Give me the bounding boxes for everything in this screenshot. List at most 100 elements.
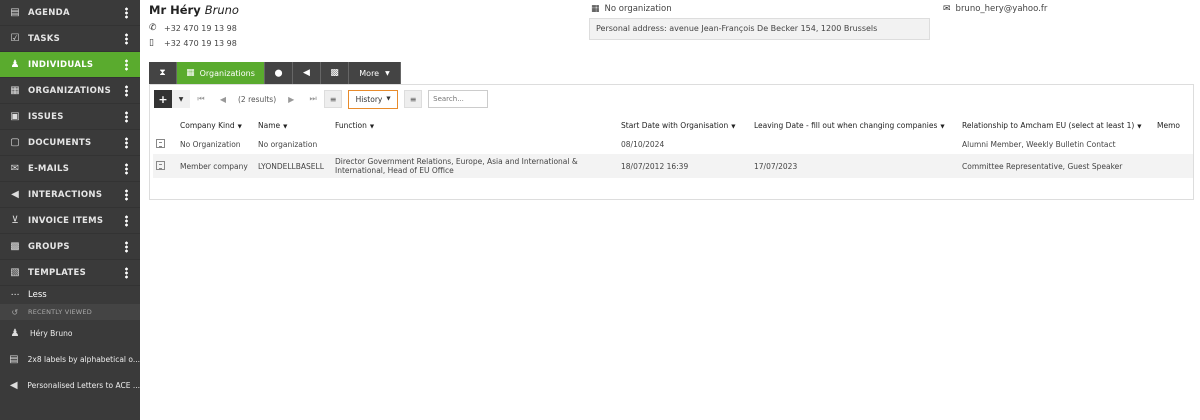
cell-function: Director Government Relations, Europe, A… <box>332 154 618 178</box>
sidebar-item-individuals[interactable]: ♟ INDIVIDUALS <box>0 52 140 78</box>
recently-viewed-header: ↺ RECENTLY VIEWED <box>0 304 140 320</box>
megaphone-icon: ◀ <box>303 68 310 78</box>
building-icon: ▦ <box>591 4 600 14</box>
tab-interactions[interactable]: ◀ <box>293 62 321 84</box>
column-memo[interactable]: Memo <box>1154 115 1193 135</box>
cell-leaving-date <box>751 135 959 154</box>
kebab-menu-icon[interactable] <box>125 59 128 71</box>
filter-button[interactable]: ≡ <box>404 90 423 108</box>
tab-more-label: More <box>359 68 380 78</box>
kebab-menu-icon[interactable] <box>125 33 128 45</box>
history-label: History <box>355 94 383 104</box>
sidebar-item-interactions[interactable]: ◀ INTERACTIONS <box>0 182 140 208</box>
sidebar-item-issues[interactable]: ▣ ISSUES <box>0 104 140 130</box>
mobile-number[interactable]: +32 470 19 13 98 <box>164 39 237 48</box>
cell-relationship: Alumni Member, Weekly Bulletin Contact <box>962 140 1116 149</box>
address-box: Personal address: avenue Jean-François D… <box>589 18 930 40</box>
sidebar-item-documents[interactable]: ▢ DOCUMENTS <box>0 130 140 156</box>
sidebar-item-e-mails[interactable]: ✉ E-MAILS <box>0 156 140 182</box>
add-button[interactable]: + <box>154 90 172 108</box>
cart-icon: ⊻ <box>11 215 19 226</box>
tab-more[interactable]: More ▼ <box>349 62 401 84</box>
organization-line: ▦ No organization <box>591 4 672 14</box>
kebab-menu-icon[interactable] <box>125 137 128 149</box>
table-row[interactable]: Member company LYONDELLBASELL Director G… <box>153 154 1193 178</box>
first-page-icon: ⏮ <box>197 94 205 103</box>
cell-start-date: 18/07/2012 16:39 <box>618 154 751 178</box>
sidebar-item-label: TASKS <box>28 33 61 44</box>
last-page-button[interactable]: ⏭ <box>302 90 324 108</box>
recent-item[interactable]: ▤ 2x8 labels by alphabetical o... <box>0 346 140 372</box>
chevron-down-icon: ▼ <box>369 123 375 130</box>
first-page-button[interactable]: ⏮ <box>190 90 212 108</box>
history-select[interactable]: History ▼ <box>348 89 399 109</box>
kebab-menu-icon[interactable] <box>125 215 128 227</box>
last-page-icon: ⏭ <box>309 94 317 103</box>
mobile-icon: ▯ <box>149 38 154 48</box>
kebab-menu-icon[interactable] <box>125 111 128 123</box>
template-icon: ▧ <box>10 267 20 278</box>
column-leaving-date[interactable]: Leaving Date - fill out when changing co… <box>751 115 959 135</box>
envelope-icon: ✉ <box>10 163 20 174</box>
previous-page-button[interactable]: ◀ <box>212 90 234 108</box>
column-company-kind[interactable]: Company Kind ▼ <box>177 115 255 135</box>
email-address[interactable]: bruno_hery@yahoo.fr <box>956 4 1048 14</box>
sidebar-item-organizations[interactable]: ▦ ORGANIZATIONS <box>0 78 140 104</box>
recent-item[interactable]: ◀ Personalised Letters to ACE ... <box>0 372 140 398</box>
row-details-icon[interactable] <box>156 139 165 148</box>
cell-leaving-date: 17/07/2023 <box>751 154 959 178</box>
kebab-menu-icon[interactable] <box>125 85 128 97</box>
less-toggle[interactable]: ⋯ Less <box>0 286 140 304</box>
chevron-down-icon: ▼ <box>385 69 390 77</box>
column-start-date[interactable]: Start Date with Organisation ▼ <box>618 115 751 135</box>
hourglass-icon: ⧗ <box>159 68 166 78</box>
tab-history[interactable]: ⧗ <box>149 62 177 84</box>
cell-start-date: 08/10/2024 <box>621 140 665 149</box>
column-function[interactable]: Function ▼ <box>332 115 618 135</box>
kebab-menu-icon[interactable] <box>125 241 128 253</box>
results-count: (2 results) <box>238 94 277 104</box>
detail-tabs: ⧗ ▦ Organizations ⬤ ◀ ▩ More ▼ <box>149 62 401 84</box>
tab-locations[interactable]: ⬤ <box>265 62 293 84</box>
sidebar-item-label: AGENDA <box>28 7 70 18</box>
building-icon: ▦ <box>186 68 195 78</box>
sidebar-item-label: TEMPLATES <box>28 267 87 278</box>
chevron-down-icon: ▼ <box>731 123 736 130</box>
cell-company-kind: No Organization <box>180 140 241 149</box>
recent-item-label: Héry Bruno <box>30 328 73 338</box>
add-dropdown-button[interactable]: ▼ <box>172 90 190 108</box>
sidebar-item-invoice-items[interactable]: ⊻ INVOICE ITEMS <box>0 208 140 234</box>
group-icon: ▩ <box>330 68 339 78</box>
row-details-icon[interactable] <box>156 160 165 170</box>
recent-item-label: Personalised Letters to ACE ... <box>27 380 140 390</box>
chevron-down-icon: ▼ <box>283 123 288 130</box>
tab-groups[interactable]: ▩ <box>321 62 349 84</box>
column-name[interactable]: Name ▼ <box>255 115 332 135</box>
template-icon: ▤ <box>9 353 19 365</box>
next-page-button[interactable]: ▶ <box>280 90 302 108</box>
sidebar-item-agenda[interactable]: ▤ AGENDA <box>0 0 140 26</box>
kebab-menu-icon[interactable] <box>125 7 128 19</box>
sidebar-item-tasks[interactable]: ☑ TASKS <box>0 26 140 52</box>
kebab-menu-icon[interactable] <box>125 189 128 201</box>
sidebar-item-label: E-MAILS <box>28 163 70 174</box>
column-relationship[interactable]: Relationship to Amcham EU (select at lea… <box>959 115 1154 135</box>
envelope-icon: ✉ <box>943 4 951 14</box>
recent-item[interactable]: ♟ Héry Bruno <box>0 320 140 346</box>
kebab-menu-icon[interactable] <box>125 267 128 279</box>
less-label: Less <box>28 290 47 300</box>
grid-toolbar: + ▼ ⏮ ◀ (2 results) ▶ ⏭ ≡ History ▼ ≡ <box>154 89 489 109</box>
document-icon: ▢ <box>10 137 20 148</box>
organization-name[interactable]: No organization <box>605 4 672 14</box>
columns-button[interactable]: ≡ <box>324 90 343 108</box>
sidebar-item-groups[interactable]: ▩ GROUPS <box>0 234 140 260</box>
plus-icon: + <box>158 92 168 106</box>
kebab-menu-icon[interactable] <box>125 163 128 175</box>
table-row[interactable]: No Organization No organization 08/10/20… <box>153 135 1193 154</box>
tab-organizations[interactable]: ▦ Organizations <box>177 62 265 84</box>
phone-number[interactable]: +32 470 19 13 98 <box>164 24 237 33</box>
sidebar-item-templates[interactable]: ▧ TEMPLATES <box>0 260 140 286</box>
search-input[interactable] <box>428 90 489 108</box>
group-icon: ▩ <box>10 241 20 252</box>
phone-icon: ✆ <box>149 23 157 33</box>
